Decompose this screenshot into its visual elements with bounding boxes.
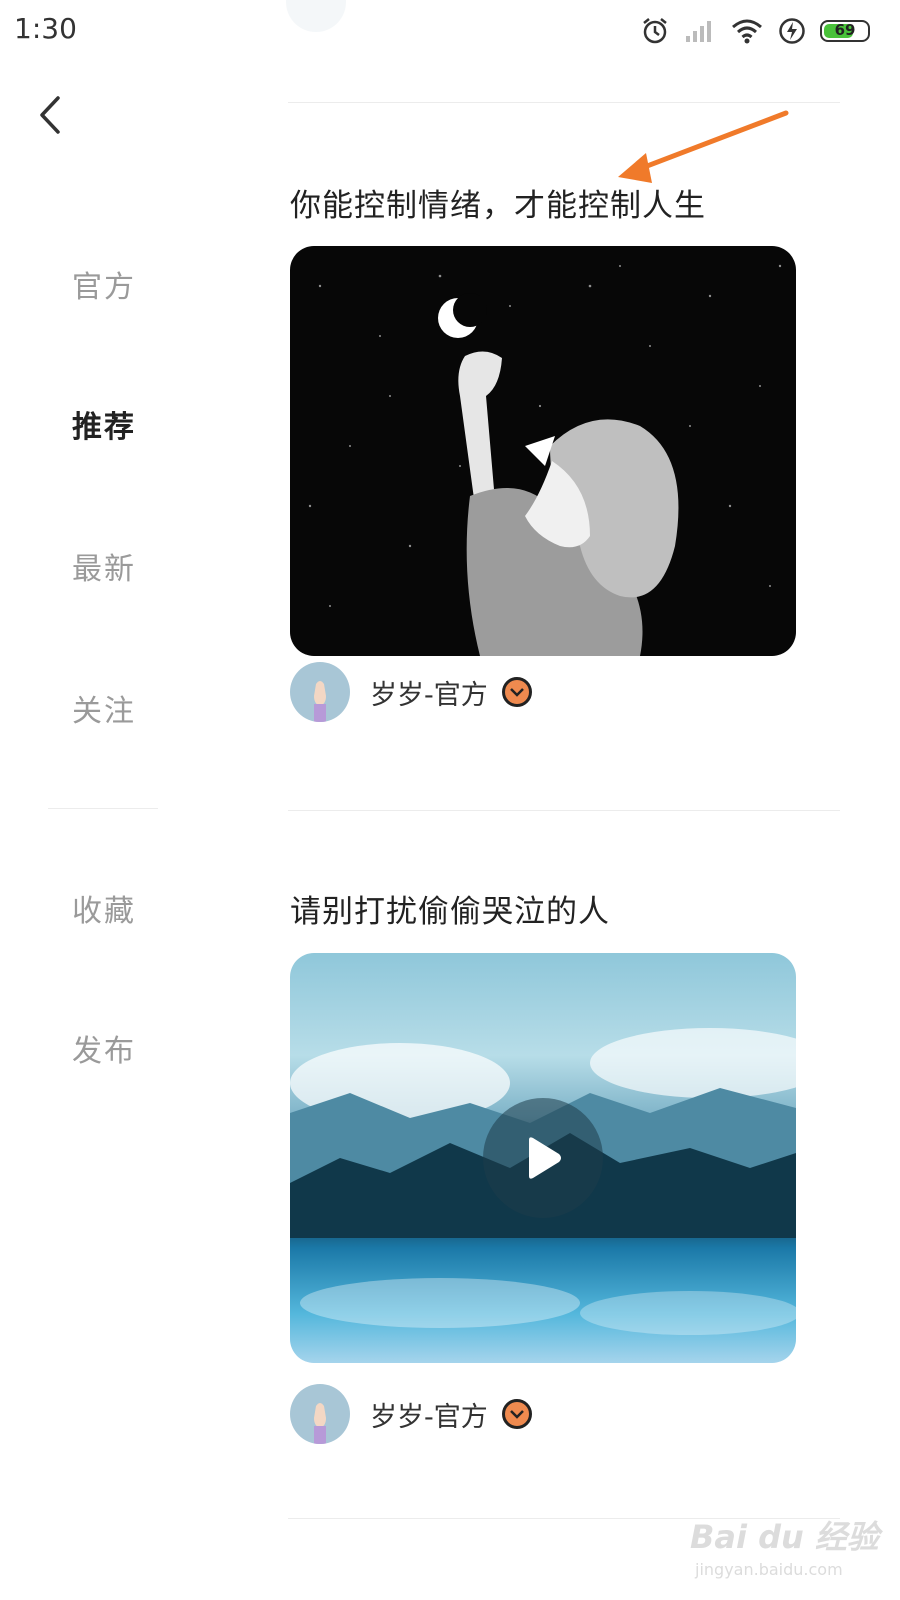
- watermark-url: jingyan.baidu.com: [695, 1560, 843, 1579]
- author-row[interactable]: 岁岁-官方: [290, 1384, 532, 1444]
- play-button[interactable]: [483, 1098, 603, 1218]
- alarm-icon: [643, 18, 667, 44]
- verified-badge-icon: [501, 677, 532, 707]
- card-image[interactable]: [290, 246, 796, 656]
- annotation-arrow-icon: [618, 110, 789, 183]
- sidebar-item-latest[interactable]: 最新: [72, 544, 192, 588]
- wifi-icon: [732, 19, 762, 44]
- sidebar-item-official[interactable]: 官方: [72, 262, 192, 306]
- verified-badge-icon: [501, 1399, 532, 1429]
- sidebar-item-favorites[interactable]: 收藏: [72, 886, 192, 930]
- sidebar-divider: [48, 808, 158, 809]
- avatar-hand-illustration: [314, 681, 326, 722]
- feed-divider: [288, 810, 840, 811]
- card-image[interactable]: [290, 953, 796, 1363]
- feed-divider: [288, 102, 840, 103]
- sidebar-item-publish[interactable]: 发布: [72, 1026, 192, 1070]
- avatar: [290, 662, 350, 722]
- status-icons: 69: [640, 14, 870, 48]
- status-time: 1:30: [14, 12, 77, 45]
- avatar-hand-illustration: [314, 1403, 326, 1444]
- author-name: 岁岁-官方: [370, 679, 488, 711]
- signal-icon: [686, 21, 711, 42]
- play-icon: [529, 1137, 561, 1179]
- watermark-brand: Bai du 经验: [690, 1518, 879, 1556]
- card-title[interactable]: 请别打扰偷偷哭泣的人: [290, 886, 610, 931]
- battery-level: 69: [834, 21, 856, 39]
- sidebar-item-following[interactable]: 关注: [72, 686, 192, 730]
- chevron-left-icon: [40, 96, 60, 134]
- battery-icon: 69: [820, 20, 870, 42]
- sidebar-item-recommend[interactable]: 推荐: [72, 402, 192, 446]
- avatar: [286, 0, 346, 32]
- author-row[interactable]: 岁岁-官方: [290, 662, 532, 722]
- author-name: 岁岁-官方: [370, 1401, 488, 1433]
- charging-icon: [779, 18, 805, 44]
- girl-moon-illustration: [308, 264, 782, 656]
- avatar: [290, 1384, 350, 1444]
- back-button[interactable]: [30, 90, 70, 140]
- previous-author-row: [286, 0, 346, 32]
